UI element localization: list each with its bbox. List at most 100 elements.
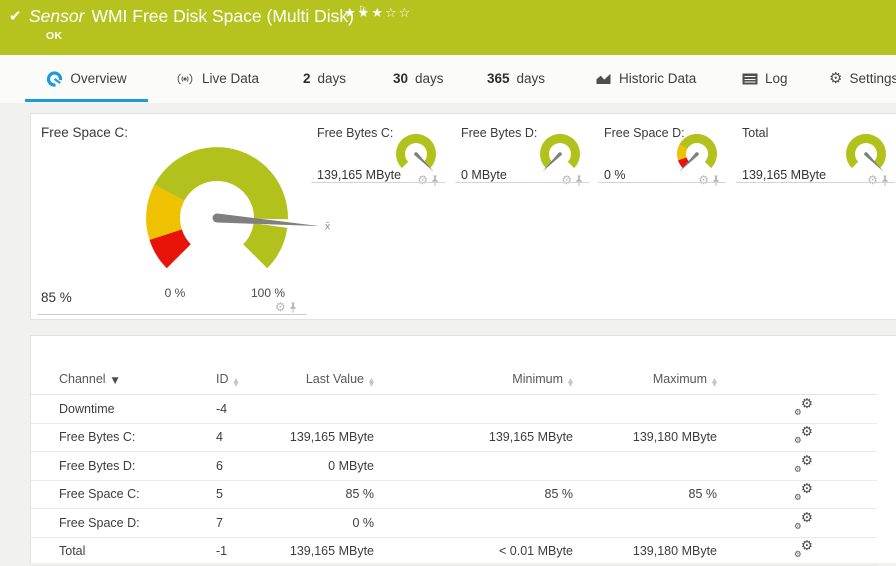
gear-icon[interactable]: ⚙ (275, 301, 286, 313)
gear-icon[interactable]: ⚙ (867, 174, 878, 186)
gauge-actions: ⚙ (867, 171, 889, 189)
channel-table-panel: Channel▼ID▲▼Last Value▲▼Minimum▲▼Maximum… (30, 335, 896, 563)
column-label[interactable]: Minimum (512, 372, 563, 386)
star-filled-icon[interactable]: ★ (358, 6, 372, 21)
column-header-last-value[interactable]: Last Value ▲▼ (276, 336, 374, 395)
sort-icon[interactable]: ▲▼ (234, 378, 239, 387)
channel-settings-gears-icon[interactable]: ⚙⚙ (794, 456, 813, 473)
tab-label: Historic Data (619, 71, 696, 86)
last-value: 0 % (276, 509, 374, 538)
channel-id: -4 (216, 395, 276, 424)
sort-desc-icon[interactable]: ▼ (112, 376, 119, 386)
tab-label: Log (765, 71, 788, 86)
gauge-value: 139,165 MByte (317, 168, 401, 182)
sort-icon[interactable]: ▲▼ (369, 378, 374, 387)
gear-icon: ⚙ (829, 71, 842, 86)
status-badge: OK (46, 30, 62, 42)
gauge-actions: ⚙ (698, 171, 720, 189)
column-header-actions (717, 336, 877, 395)
gauge-card-free-bytes-c: Free Bytes C:139,165 MByte⚙ (311, 114, 449, 319)
ok-check-icon: ✔ (9, 7, 22, 25)
tab-settings[interactable]: ⚙Settings (829, 55, 896, 102)
tab-30-days[interactable]: 30days (393, 55, 444, 102)
gauge-settings-pin-icons[interactable]: ⚙ (275, 301, 297, 313)
channel-settings-gears-icon[interactable]: ⚙⚙ (794, 541, 813, 558)
sensor-status-bar: ✔ Sensor WMI Free Disk Space (Multi Disk)… (0, 0, 896, 55)
minimum-value (374, 395, 573, 424)
page-title: WMI Free Disk Space (Multi Disk) (91, 6, 354, 26)
channel-settings-gears-icon[interactable]: ⚙⚙ (794, 399, 813, 416)
tab-365-days[interactable]: 365 days (487, 55, 545, 102)
maximum-value (573, 395, 717, 424)
channel-settings-gears-icon[interactable]: ⚙⚙ (794, 513, 813, 530)
sort-icon[interactable]: ▲▼ (712, 378, 717, 387)
gauge-title: Free Bytes D: (461, 126, 537, 140)
divider (736, 182, 895, 183)
column-header-maximum[interactable]: Maximum ▲▼ (573, 336, 717, 395)
pin-icon[interactable] (881, 175, 889, 186)
divider (37, 314, 307, 315)
star-empty-icon[interactable]: ☆ (385, 6, 399, 21)
pin-icon[interactable] (712, 175, 720, 186)
gauge-value: 85 % (41, 290, 72, 305)
minimum-value (374, 452, 573, 481)
star-empty-icon[interactable]: ☆ (399, 6, 413, 21)
gauge-icon (46, 71, 63, 87)
sort-icon[interactable]: ▲▼ (568, 378, 573, 387)
sensor-type-label: Sensor (29, 6, 84, 26)
channel-id: 5 (216, 480, 276, 509)
gear-icon[interactable]: ⚙ (698, 174, 709, 186)
column-header-channel[interactable]: Channel ▼ (31, 336, 216, 395)
gear-icon[interactable]: ⚙ (561, 174, 572, 186)
maximum-value: 85 % (573, 480, 717, 509)
minimum-value: 85 % (374, 480, 573, 509)
divider (455, 182, 589, 183)
gauge-settings-pin-icons[interactable]: ⚙ (867, 174, 889, 186)
column-label[interactable]: Last Value (306, 372, 364, 386)
gauge-title: Total (742, 126, 768, 140)
tab-overview[interactable]: Overview (25, 55, 148, 102)
channel-name: Free Bytes D: (31, 452, 216, 481)
channel-settings-gears-icon[interactable]: ⚙⚙ (794, 427, 813, 444)
gauges-panel: Free Space C: x̄ 0 % 100 % 85 % ⚙ Free B… (30, 113, 896, 320)
maximum-value: 139,180 MByte (573, 423, 717, 452)
column-label[interactable]: Channel (59, 372, 106, 386)
gauge-settings-pin-icons[interactable]: ⚙ (561, 174, 583, 186)
tab-log[interactable]: Log (742, 55, 788, 102)
pin-icon[interactable] (289, 302, 297, 313)
pin-icon[interactable] (575, 175, 583, 186)
pin-icon[interactable] (431, 175, 439, 186)
column-header-id[interactable]: ID ▲▼ (216, 336, 276, 395)
gear-icon[interactable]: ⚙ (417, 174, 428, 186)
channel-row-free-bytes-c: Free Bytes C:4139,165 MByte139,165 MByte… (31, 423, 877, 452)
last-value: 0 MByte (276, 452, 374, 481)
channel-id: 7 (216, 509, 276, 538)
column-label[interactable]: Maximum (653, 372, 707, 386)
tab-number: 365 (487, 71, 510, 86)
minimum-value: < 0.01 MByte (374, 537, 573, 566)
tab-2-days[interactable]: 2days (303, 55, 346, 102)
maximum-value: 139,180 MByte (573, 537, 717, 566)
gauge-card-total: Total139,165 MByte⚙ (736, 114, 896, 319)
last-value: 139,165 MByte (276, 537, 374, 566)
channel-settings-gears-icon[interactable]: ⚙⚙ (794, 484, 813, 501)
channel-row-free-space-c: Free Space C:585 %85 %85 %⚙⚙ (31, 480, 877, 509)
channel-name: Free Space D: (31, 509, 216, 538)
column-label[interactable]: ID (216, 372, 229, 386)
tab-label: days (517, 71, 546, 86)
channel-name: Free Space C: (31, 480, 216, 509)
tab-live-data[interactable]: Live Data (175, 55, 259, 102)
sensor-title-line: SensorWMI Free Disk Space (Multi Disk)⚐ (29, 5, 367, 27)
channel-id: -1 (216, 537, 276, 566)
gauge-settings-pin-icons[interactable]: ⚙ (417, 174, 439, 186)
minimum-value (374, 509, 573, 538)
star-filled-icon[interactable]: ★ (344, 6, 358, 21)
gauge-settings-pin-icons[interactable]: ⚙ (698, 174, 720, 186)
gauge-value: 0 MByte (461, 168, 507, 182)
priority-stars[interactable]: ★★★☆☆ (344, 6, 412, 21)
star-filled-icon[interactable]: ★ (371, 6, 385, 21)
channel-row-downtime: Downtime-4⚙⚙ (31, 395, 877, 424)
tab-historic-data[interactable]: Historic Data (595, 55, 696, 102)
column-header-minimum[interactable]: Minimum ▲▼ (374, 336, 573, 395)
tab-number: 30 (393, 71, 408, 86)
